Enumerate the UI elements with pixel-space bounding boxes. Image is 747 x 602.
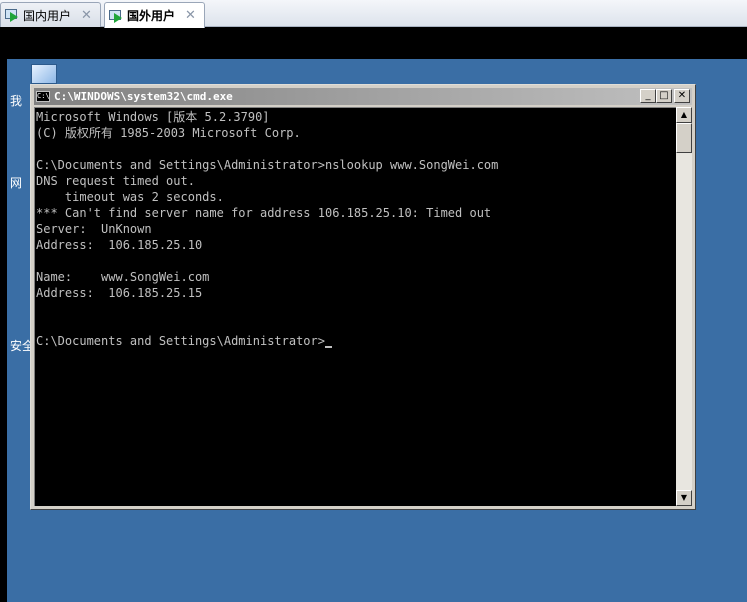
maximize-button[interactable]: □ — [656, 89, 672, 103]
window-titlebar[interactable]: C:\ C:\WINDOWS\system32\cmd.exe _ □ ✕ — [34, 88, 692, 105]
console-icon[interactable]: C:\ — [36, 91, 50, 102]
console-line: (C) 版权所有 1985-2003 Microsoft Corp. — [36, 126, 301, 140]
scroll-thumb[interactable] — [676, 123, 692, 153]
console-line: C:\Documents and Settings\Administrator>… — [36, 158, 499, 172]
minimize-button[interactable]: _ — [640, 89, 656, 103]
tab-foreign-users[interactable]: 国外用户 ✕ — [104, 2, 205, 28]
scroll-down-button[interactable]: ▼ — [676, 490, 692, 506]
console-line: timeout was 2 seconds. — [36, 190, 224, 204]
vertical-scrollbar[interactable]: ▲ ▼ — [676, 107, 692, 506]
close-icon[interactable]: ✕ — [81, 8, 92, 23]
console-line: *** Can't find server name for address 1… — [36, 206, 492, 220]
console-line: C:\Documents and Settings\Administrator> — [36, 333, 676, 349]
tab-domestic-users[interactable]: 国内用户 ✕ — [0, 2, 101, 27]
vm-play-icon — [109, 9, 123, 23]
host-tab-bar: 国内用户 ✕ 国外用户 ✕ — [0, 0, 747, 28]
console-output[interactable]: Microsoft Windows [版本 5.2.3790] (C) 版权所有 … — [34, 107, 676, 506]
console-line: Address: 106.185.25.10 — [36, 238, 203, 252]
console-line: Address: 106.185.25.15 — [36, 286, 203, 300]
tab-label: 国外用户 — [127, 9, 176, 23]
caption-buttons: _ □ ✕ — [640, 89, 690, 103]
scroll-up-button[interactable]: ▲ — [676, 107, 692, 123]
console-line: Name: www.SongWei.com — [36, 270, 210, 284]
cmd-window[interactable]: C:\ C:\WINDOWS\system32\cmd.exe _ □ ✕ Mi… — [30, 84, 696, 510]
console-line: Microsoft Windows [版本 5.2.3790] — [36, 110, 270, 124]
desktop-icon-label[interactable]: 网 — [10, 174, 22, 191]
vm-play-icon — [5, 8, 19, 22]
desktop-icon-label[interactable]: 我 — [10, 92, 22, 109]
tab-label: 国内用户 — [23, 8, 72, 23]
console-line: DNS request timed out. — [36, 174, 195, 188]
window-title: C:\WINDOWS\system32\cmd.exe — [54, 90, 233, 103]
close-button[interactable]: ✕ — [674, 89, 690, 103]
text-cursor — [324, 346, 332, 348]
console-line: Server: UnKnown — [36, 222, 152, 236]
close-icon[interactable]: ✕ — [185, 8, 196, 23]
